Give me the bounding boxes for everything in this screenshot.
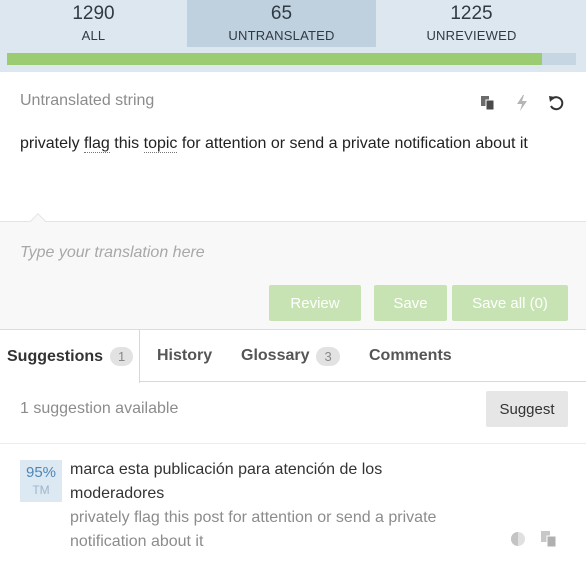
stat-all[interactable]: 1290 ALL [0,0,187,47]
copy-suggestion-icon[interactable] [540,530,558,553]
suggestions-header: 1 suggestion available Suggest [0,382,586,444]
stats-header: 1290 ALL 65 UNTRANSLATED 1225 UNREVIEWED [0,0,586,72]
stat-unreviewed-count: 1225 [450,3,493,24]
stat-all-label: ALL [81,28,106,43]
stat-untranslated-count: 65 [270,3,293,24]
suggestion-item: 95% TM marca esta publicación para atenc… [0,444,586,568]
tab-bar: Suggestions 1 History Glossary 3 Comment… [0,330,586,383]
suggest-button[interactable]: Suggest [486,391,568,427]
suggestion-source-text: privately flag this post for attention o… [70,509,437,550]
stat-untranslated[interactable]: 65 UNTRANSLATED [187,0,376,47]
glossary-term-flag[interactable]: flag [84,135,110,153]
source-tools [480,94,564,112]
copy-icon[interactable] [480,94,496,112]
progress-bar [7,53,576,65]
stat-unreviewed-label: UNREVIEWED [426,28,517,43]
match-score: 95% [25,464,57,481]
source-label: Untranslated string [20,92,155,109]
suggestion-count: 1 suggestion available [20,400,179,417]
translation-editor: Review Save Save all (0) [0,222,586,330]
tab-suggestions-badge: 1 [110,347,134,366]
glossary-term-topic[interactable]: topic [143,135,178,153]
stat-unreviewed[interactable]: 1225 UNREVIEWED [376,0,567,47]
tab-history[interactable]: History [157,330,212,382]
lightning-icon[interactable] [514,94,530,112]
save-button[interactable]: Save [374,285,447,321]
match-score-badge: 95% TM [20,460,62,502]
progress-fill [7,53,542,65]
tab-glossary-badge: 3 [316,346,340,366]
suggestion-target-text[interactable]: marca esta publicación para atención de … [70,458,440,506]
stat-all-count: 1290 [72,3,115,24]
review-button[interactable]: Review [269,285,361,321]
match-kind: TM [32,483,50,497]
save-all-button[interactable]: Save all (0) [452,285,568,321]
source-panel: Untranslated string privately flag this … [0,72,586,222]
diff-toggle-icon[interactable] [510,531,526,552]
stat-untranslated-label: UNTRANSLATED [228,28,335,43]
tab-comments-label: Comments [369,347,452,364]
suggestion-tools [510,530,558,553]
tab-suggestions[interactable]: Suggestions 1 [0,330,140,383]
translation-input[interactable] [20,244,566,270]
source-text-part: this [109,135,144,152]
undo-icon[interactable] [548,94,564,112]
source-text: privately flag this topic for attention … [20,132,576,156]
tab-suggestions-label: Suggestions [7,347,104,365]
tab-glossary[interactable]: Glossary 3 [241,330,340,382]
source-text-part: for attention or send a private notifica… [177,135,528,152]
tab-history-label: History [157,347,213,364]
tab-glossary-label: Glossary [241,347,310,364]
tab-comments[interactable]: Comments [369,330,452,382]
source-text-part: privately [20,135,85,152]
